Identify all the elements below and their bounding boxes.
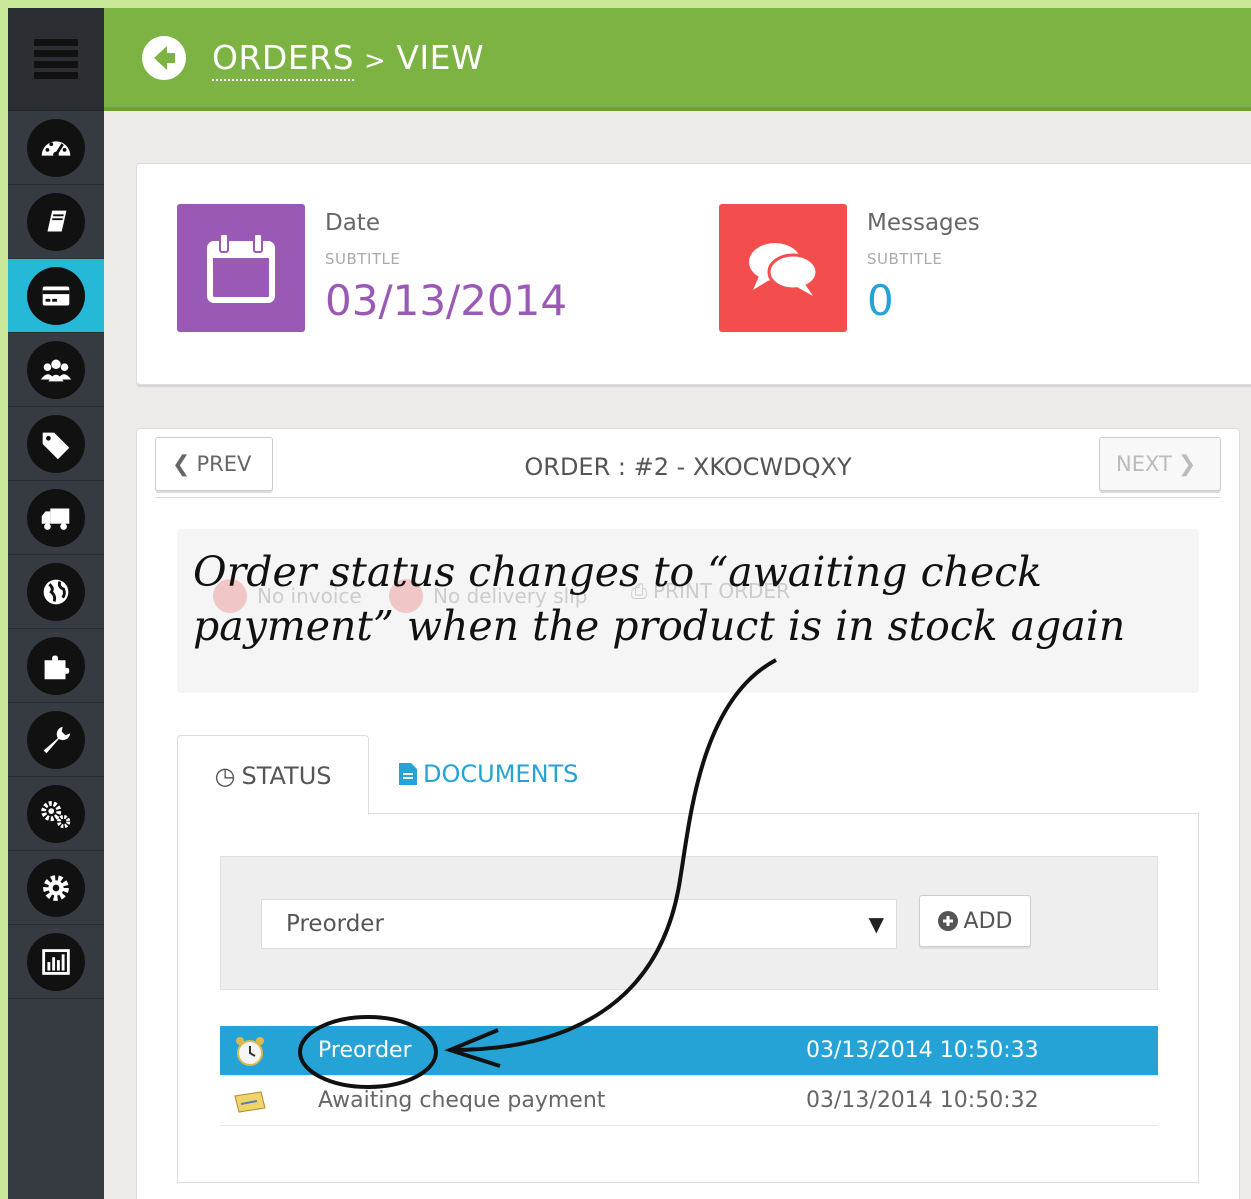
advanced-parameters-cogs-icon: [27, 784, 85, 843]
add-label: ADD: [963, 908, 1013, 934]
clock-icon: ◷: [214, 761, 236, 790]
kpi-date-title: Date: [325, 210, 380, 236]
price-tags-icon: [27, 414, 85, 473]
menu-toggle-button[interactable]: [8, 8, 104, 111]
alarm-clock-icon: [230, 1033, 270, 1069]
add-status-button[interactable]: ADD: [919, 895, 1031, 947]
tab-documents[interactable]: DOCUMENTS: [399, 735, 578, 813]
order-panel: ❮ PREV ORDER : #2 - XKOCWDQXY NEXT ❯ No …: [136, 428, 1240, 1199]
stats-bar-chart-icon: [27, 932, 85, 991]
sidebar-item-catalog[interactable]: [8, 185, 104, 259]
sidebar-item-dashboard[interactable]: [8, 111, 104, 185]
chevron-right-icon: ❯: [1177, 451, 1197, 477]
sidebar: [8, 8, 104, 1199]
next-order-button[interactable]: NEXT ❯: [1099, 437, 1221, 491]
chat-bubbles-icon: [719, 204, 847, 332]
breadcrumb: ORDERS > VIEW: [212, 38, 485, 81]
tab-documents-label: DOCUMENTS: [423, 760, 579, 788]
kpi-date-subtitle: SUBTITLE: [325, 250, 401, 268]
app-frame: ORDERS > VIEW Date SUBTITLE 03/13/2014 Mes…: [8, 8, 1251, 1199]
history-date: 03/13/2014 10:50:33: [806, 1038, 1039, 1063]
tab-status[interactable]: ◷ STATUS: [177, 735, 369, 815]
status-select[interactable]: Preorder ▼: [261, 899, 897, 949]
tab-status-label: STATUS: [241, 761, 332, 790]
divider: [155, 497, 1221, 498]
catalog-book-icon: [27, 192, 85, 251]
arrow-left-circle-icon[interactable]: [140, 34, 188, 82]
plus-circle-icon: [937, 911, 958, 931]
kpi-date: Date SUBTITLE 03/13/2014: [177, 204, 567, 332]
sidebar-item-shipping[interactable]: [8, 481, 104, 555]
history-date: 03/13/2014 10:50:32: [806, 1088, 1039, 1113]
calendar-icon: [177, 204, 305, 332]
kpi-messages-title: Messages: [867, 210, 980, 236]
sidebar-item-orders[interactable]: [8, 259, 104, 333]
kpi-messages: Messages SUBTITLE 0: [719, 204, 980, 332]
dashboard-icon: [27, 118, 85, 177]
status-select-value: Preorder: [286, 911, 384, 937]
kpi-messages-value: 0: [867, 276, 894, 325]
sidebar-item-preferences[interactable]: [8, 703, 104, 777]
sidebar-item-administration[interactable]: [8, 851, 104, 925]
sidebar-item-modules[interactable]: [8, 629, 104, 703]
breadcrumb-separator: >: [364, 46, 387, 76]
kpi-messages-subtitle: SUBTITLE: [867, 250, 943, 268]
breadcrumb-orders-link[interactable]: ORDERS: [212, 38, 355, 81]
history-status: Awaiting cheque payment: [318, 1088, 606, 1113]
sidebar-item-advanced-parameters[interactable]: [8, 777, 104, 851]
shipping-truck-icon: [27, 488, 85, 547]
history-row: Awaiting cheque payment 03/13/2014 10:50…: [220, 1076, 1158, 1126]
status-tab-content: Preorder ▼ ADD Preorder 03/13/2014 10:50…: [177, 813, 1199, 1183]
customers-icon: [27, 340, 85, 399]
page-header: ORDERS > VIEW: [104, 8, 1251, 111]
annotation-note: Order status changes to “awaiting check …: [193, 548, 1126, 650]
modules-puzzle-icon: [27, 636, 85, 695]
hamburger-icon: [34, 39, 78, 79]
caret-down-icon: ▼: [868, 912, 884, 936]
status-form: Preorder ▼ ADD: [220, 856, 1158, 990]
document-icon: [399, 763, 417, 785]
next-label: NEXT: [1116, 452, 1172, 476]
orders-credit-card-icon: [27, 266, 85, 325]
administration-cog-icon: [27, 858, 85, 917]
kpi-date-value: 03/13/2014: [325, 276, 568, 325]
order-title: ORDER : #2 - XKOCWDQXY: [524, 453, 852, 481]
preferences-wrench-icon: [27, 710, 85, 769]
history-status: Preorder: [318, 1038, 412, 1063]
sidebar-item-localization[interactable]: [8, 555, 104, 629]
kpi-panel: Date SUBTITLE 03/13/2014 Messages SUBTIT…: [136, 163, 1251, 385]
sidebar-item-stats[interactable]: [8, 925, 104, 999]
sidebar-item-price-rules[interactable]: [8, 407, 104, 481]
breadcrumb-current: VIEW: [396, 38, 485, 77]
localization-globe-icon: [27, 562, 85, 621]
sidebar-item-customers[interactable]: [8, 333, 104, 407]
history-row: Preorder 03/13/2014 10:50:33: [220, 1026, 1158, 1076]
cheque-icon: [230, 1083, 270, 1119]
